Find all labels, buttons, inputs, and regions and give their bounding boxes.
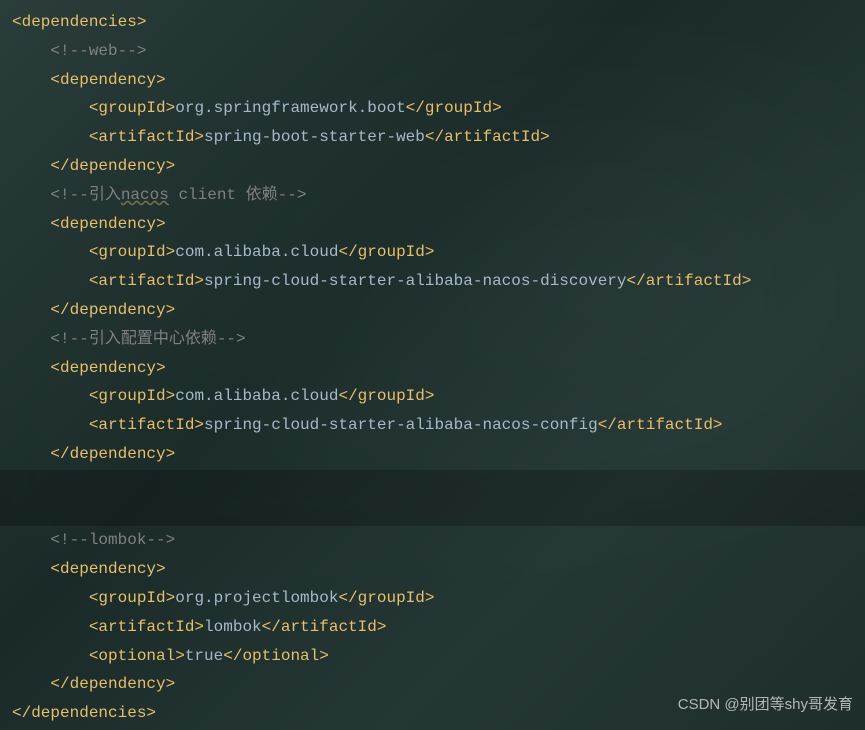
dependency-open: <dependency> — [12, 66, 865, 95]
dependency-open: <dependency> — [12, 354, 865, 383]
group-id-line: <groupId>com.alibaba.cloud</groupId> — [12, 238, 865, 267]
dependency-close: </dependency> — [12, 296, 865, 325]
blank-line — [12, 469, 865, 498]
comment-config: <!--引入配置中心依赖--> — [12, 325, 865, 354]
artifact-id-line: <artifactId>spring-cloud-starter-alibaba… — [12, 267, 865, 296]
artifact-id-line: <artifactId>spring-cloud-starter-alibaba… — [12, 411, 865, 440]
comment-web: <!--web--> — [12, 37, 865, 66]
dependency-open: <dependency> — [12, 555, 865, 584]
dependency-close: </dependency> — [12, 440, 865, 469]
dependency-open: <dependency> — [12, 210, 865, 239]
code-block: <dependencies> <!--web--> <dependency> <… — [0, 0, 865, 728]
blank-line — [12, 498, 865, 527]
artifact-id-line: <artifactId>lombok</artifactId> — [12, 613, 865, 642]
comment-lombok: <!--lombok--> — [12, 526, 865, 555]
artifact-id-line: <artifactId>spring-boot-starter-web</art… — [12, 123, 865, 152]
comment-nacos: <!--引入nacos client 依赖--> — [12, 181, 865, 210]
group-id-line: <groupId>org.springframework.boot</group… — [12, 94, 865, 123]
dependency-close: </dependency> — [12, 152, 865, 181]
optional-line: <optional>true</optional> — [12, 642, 865, 671]
group-id-line: <groupId>com.alibaba.cloud</groupId> — [12, 382, 865, 411]
dependencies-open: <dependencies> — [12, 8, 865, 37]
watermark-text: CSDN @别团等shy哥发育 — [678, 691, 853, 720]
group-id-line: <groupId>org.projectlombok</groupId> — [12, 584, 865, 613]
